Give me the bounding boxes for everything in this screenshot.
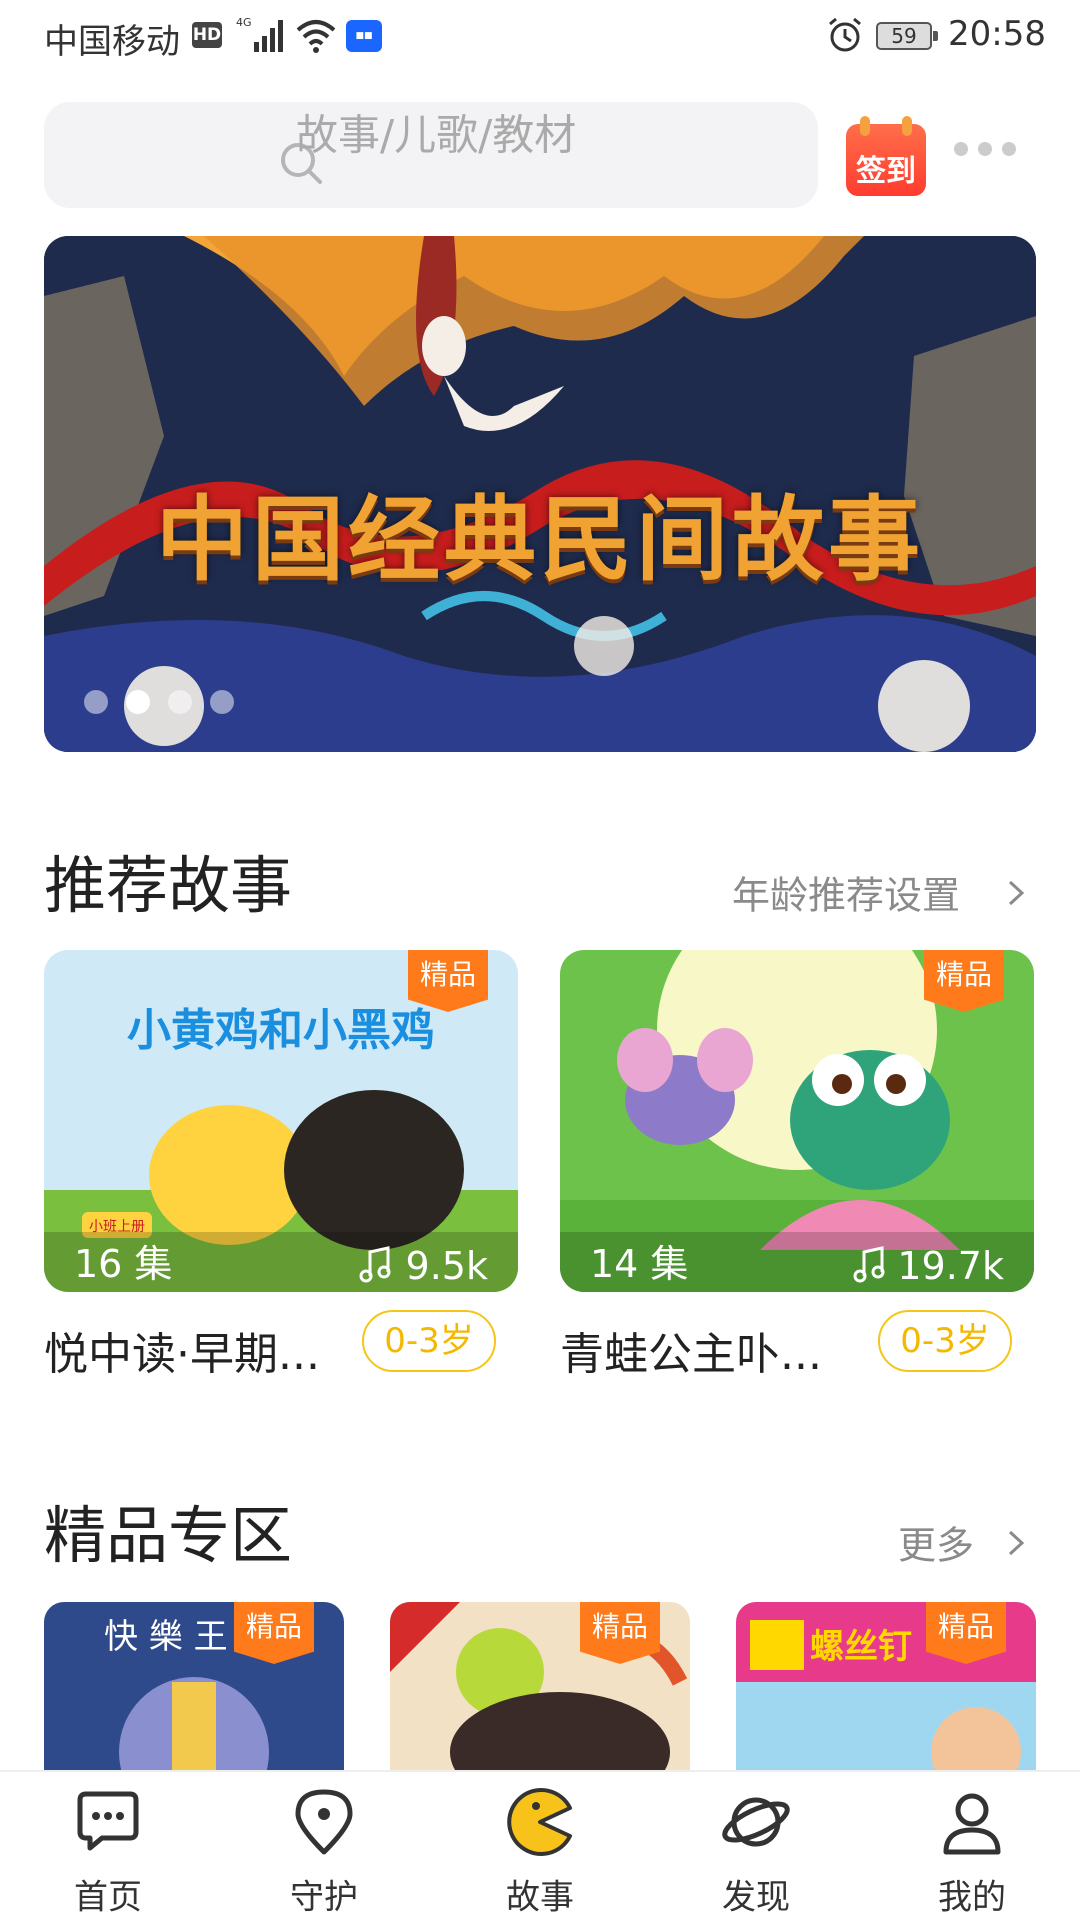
recommended-section-title: 推荐故事 (44, 849, 293, 922)
network-type: 4G (236, 16, 252, 29)
status-bar: 中国移动 HD 4G ■■ 59 20:58 (0, 0, 1080, 76)
carousel-dot (168, 690, 192, 714)
carousel-indicator (84, 690, 244, 716)
tab-label: 故事 (506, 1877, 574, 1918)
episode-count: 14 集 (590, 1242, 689, 1286)
premium-badge: 精品 (408, 950, 488, 1012)
banner-title: 中国经典民间故事 (155, 486, 924, 594)
tab-guard[interactable]: 守护 (254, 1772, 394, 1920)
age-tag: 0-3岁 (362, 1310, 496, 1372)
tab-label: 首页 (74, 1877, 142, 1918)
hd-badge: HD (192, 22, 222, 48)
tab-home[interactable]: 首页 (38, 1772, 178, 1920)
bottom-tab-bar: 首页 守护 故事 发现 我的 (0, 1770, 1080, 1920)
search-placeholder: 故事/儿歌/教材 (296, 110, 577, 160)
chevron-right-icon (1008, 880, 1025, 906)
age-tag: 0-3岁 (878, 1310, 1012, 1372)
premium-badge: 精品 (924, 950, 1004, 1012)
signal-icon: 4G (236, 16, 283, 52)
tab-label: 守护 (290, 1877, 358, 1918)
alarm-icon (829, 17, 861, 52)
age-settings-link[interactable]: 年龄推荐设置 (732, 865, 960, 920)
story-title[interactable]: 悦中读·早期... (44, 1318, 320, 1382)
tab-label: 我的 (938, 1877, 1006, 1918)
tab-stories[interactable]: 故事 (470, 1772, 610, 1920)
episode-count: 16 集 (74, 1242, 173, 1286)
story-card-cover[interactable]: 精品 14 集 19.7k (560, 950, 1034, 1292)
play-count: 19.7k (897, 1244, 1004, 1288)
premium-section-title: 精品专区 (44, 1499, 293, 1572)
story-card-cover[interactable]: 小黄鸡和小黑鸡 小班上册 精品 16 集 9.5k (44, 950, 518, 1292)
tab-label: 发现 (722, 1877, 790, 1918)
wifi-icon (296, 20, 336, 53)
music-note-icon (853, 1246, 885, 1283)
location-pin-icon (295, 1789, 353, 1855)
tab-profile[interactable]: 我的 (902, 1772, 1042, 1920)
pacman-icon (507, 1788, 572, 1856)
svg-text:小黄鸡和小黑鸡: 小黄鸡和小黑鸡 (127, 1005, 435, 1056)
more-link[interactable]: 更多 (898, 1515, 974, 1570)
person-icon (943, 1793, 1001, 1855)
carousel-dot-active (126, 690, 150, 714)
carousel-dot (210, 690, 234, 714)
checkin-label: 签到 (856, 154, 916, 189)
chat-bubble-icon (77, 1791, 139, 1851)
svg-text:螺丝钉: 螺丝钉 (810, 1627, 912, 1667)
music-note-icon (359, 1246, 391, 1283)
premium-card[interactable]: 精品 (390, 1602, 690, 1770)
app-notification-icon: ■■ (346, 20, 382, 52)
checkin-button[interactable]: 签到 (846, 116, 926, 196)
calendar-ring (902, 116, 912, 136)
premium-badge: 精品 (234, 1602, 314, 1664)
chevron-right-icon (1008, 1530, 1025, 1556)
clock: 20:58 (948, 14, 1046, 54)
tab-discover[interactable]: 发现 (686, 1772, 826, 1920)
premium-badge: 精品 (580, 1602, 660, 1664)
more-icon[interactable] (954, 142, 1018, 158)
carrier-name: 中国移动 (44, 22, 180, 62)
calendar-ring (860, 116, 870, 136)
premium-badge: 精品 (926, 1602, 1006, 1664)
premium-card[interactable]: 螺丝钉 精品 (736, 1602, 1036, 1770)
svg-text:快 樂 王: 快 樂 王 (104, 1617, 228, 1657)
carousel-dot (84, 690, 108, 714)
battery-indicator: 59 (876, 22, 938, 50)
story-title[interactable]: 青蛙公主卟... (560, 1318, 822, 1382)
planet-icon (722, 1797, 790, 1847)
premium-card[interactable]: 快 樂 王 精品 (44, 1602, 344, 1770)
play-count: 9.5k (405, 1244, 488, 1288)
